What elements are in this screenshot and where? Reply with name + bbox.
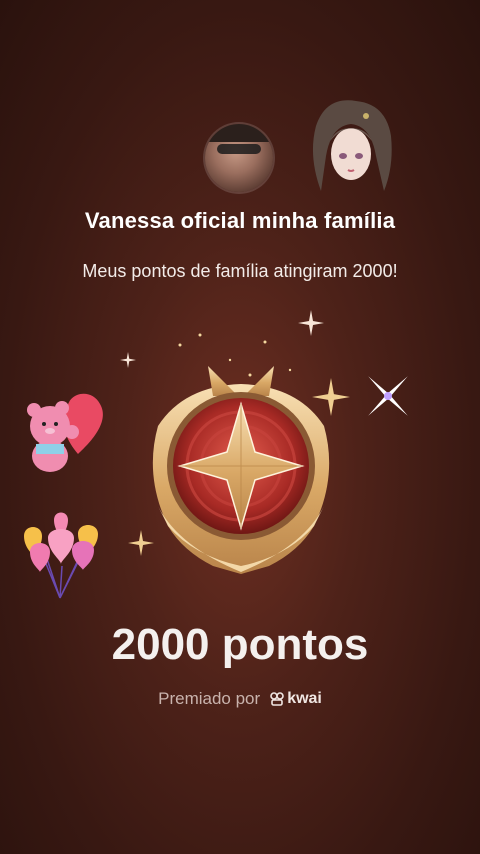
awarded-by-row: Premiado por kwai xyxy=(0,689,480,709)
achievement-message: Meus pontos de família atingiram 2000! xyxy=(82,261,398,281)
points-total: 2000 pontos xyxy=(111,620,369,669)
brand-name: kwai xyxy=(287,690,322,707)
page-title: Vanessa oficial minha família xyxy=(84,208,396,233)
sparkle-icon xyxy=(298,310,324,336)
awarded-by-label: Premiado por xyxy=(158,689,261,708)
user-avatar[interactable] xyxy=(205,124,273,192)
sparkle-icon xyxy=(120,352,136,368)
avatar-hair xyxy=(205,124,273,142)
cross-sparkle-icon xyxy=(368,376,408,416)
kwai-logo: kwai xyxy=(270,690,322,708)
heart-balloons-sticker xyxy=(24,512,98,599)
kwai-logo-icon xyxy=(270,692,284,706)
family-avatar[interactable] xyxy=(306,96,396,196)
anime-character-icon xyxy=(312,100,392,191)
avatar-glasses xyxy=(217,144,261,154)
teddy-bear-heart-sticker xyxy=(27,393,103,472)
star-medal-badge xyxy=(152,366,330,574)
